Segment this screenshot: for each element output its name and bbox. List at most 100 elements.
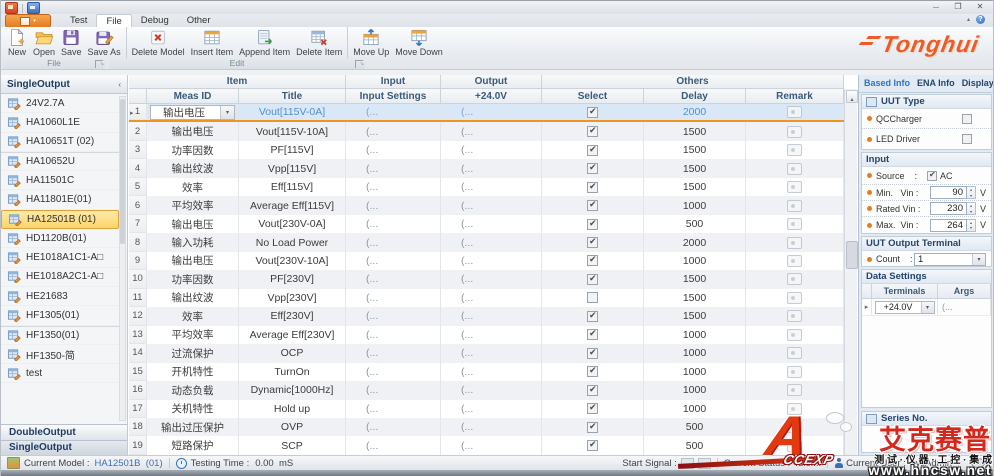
dropdown-icon[interactable] [921, 302, 934, 313]
title-cell[interactable]: Vpp[230V] [239, 289, 346, 307]
sidebar-model-item[interactable]: 24V2.7A [1, 94, 119, 113]
meas-id-cell[interactable]: 动态负载 [147, 381, 239, 399]
input-settings-cell[interactable]: (... [346, 381, 441, 399]
meas-id-cell[interactable]: 平均效率 [147, 326, 239, 344]
delay-cell[interactable]: 500 [644, 436, 746, 454]
sidebar-scrollbar[interactable] [119, 96, 126, 421]
input-settings-cell[interactable]: (... [346, 326, 441, 344]
tab-based-info[interactable]: Based Info [864, 78, 910, 92]
delay-cell[interactable]: 1500 [644, 289, 746, 307]
delay-cell[interactable]: 1000 [644, 344, 746, 362]
input-settings-cell[interactable]: (... [346, 104, 441, 120]
delay-cell[interactable]: 1500 [644, 141, 746, 159]
remark-icon[interactable] [787, 144, 802, 156]
remark-cell[interactable] [746, 159, 844, 177]
remark-icon[interactable] [787, 421, 802, 433]
scrollbar-thumb[interactable] [846, 241, 858, 269]
meas-id-cell[interactable]: 效率 [147, 307, 239, 325]
header-title[interactable]: Title [239, 89, 346, 104]
meas-id-cell[interactable]: 输出纹波 [147, 289, 239, 307]
table-row[interactable]: 1 输出电压 Vout[115V-0A] (... (... 2000 [129, 104, 844, 122]
select-cell[interactable] [542, 270, 644, 288]
spinner[interactable] [967, 186, 976, 199]
remark-icon[interactable] [787, 106, 802, 118]
delay-cell[interactable]: 1500 [644, 122, 746, 140]
remark-icon[interactable] [787, 273, 802, 285]
remark-cell[interactable] [746, 178, 844, 196]
remark-icon[interactable] [787, 200, 802, 212]
scrollbar-thumb[interactable] [120, 99, 125, 244]
output-cell[interactable]: (... [441, 418, 542, 436]
select-cell[interactable] [542, 381, 644, 399]
tab-display-settings[interactable]: Display Settings [962, 78, 994, 92]
sidebar-model-item[interactable]: HE1018A1C1-A□ [1, 248, 119, 267]
select-checkbox[interactable] [587, 200, 598, 211]
meas-id-cell[interactable]: 输出电压 [147, 252, 239, 270]
table-row[interactable]: 18 输出过压保护 OVP (... (... 500 [129, 418, 844, 436]
title-cell[interactable]: Vout[115V-10A] [239, 122, 346, 140]
data-settings-row[interactable]: ▸ +24.0V (... [862, 299, 991, 316]
meas-id-cell[interactable]: 输出电压 [147, 122, 239, 140]
title-cell[interactable]: Vout[115V-0A] [239, 104, 346, 120]
select-checkbox[interactable] [587, 163, 598, 174]
select-checkbox[interactable] [587, 385, 598, 396]
rated-vin-input[interactable]: 230 [930, 202, 967, 215]
select-checkbox[interactable] [587, 237, 598, 248]
select-cell[interactable] [542, 418, 644, 436]
delay-cell[interactable]: 1500 [644, 307, 746, 325]
select-checkbox[interactable] [587, 440, 598, 451]
current-user-value[interactable]: sysAdmin [911, 458, 952, 469]
table-row[interactable]: 6 平均效率 Average Eff[115V] (... (... 1000 [129, 196, 844, 214]
title-cell[interactable]: No Load Power [239, 233, 346, 251]
remark-icon[interactable] [787, 255, 802, 267]
ac-checkbox[interactable] [927, 171, 937, 181]
output-cell[interactable]: (... [441, 159, 542, 177]
sidebar-model-item[interactable]: HD1120B(01) [1, 229, 119, 248]
output-cell[interactable]: (... [441, 436, 542, 454]
header-remark[interactable]: Remark [746, 89, 844, 104]
select-cell[interactable] [542, 104, 644, 120]
title-cell[interactable]: Dynamic[1000Hz] [239, 381, 346, 399]
table-scrollbar[interactable] [844, 89, 857, 455]
led-driver-checkbox[interactable] [962, 134, 972, 144]
table-row[interactable]: 12 效率 Eff[230V] (... (... 1500 [129, 307, 844, 325]
table-row[interactable]: 13 平均效率 Average Eff[230V] (... (... 1000 [129, 326, 844, 344]
sidebar-header[interactable]: SingleOutput ‹ [1, 75, 127, 94]
remark-cell[interactable] [746, 307, 844, 325]
input-settings-cell[interactable]: (... [346, 363, 441, 381]
select-cell[interactable] [542, 436, 644, 454]
new-button[interactable]: New [4, 27, 30, 58]
input-settings-cell[interactable]: (... [346, 233, 441, 251]
group-single-output[interactable]: SingleOutput [1, 440, 127, 456]
input-settings-cell[interactable]: (... [346, 418, 441, 436]
scroll-up-icon[interactable] [846, 90, 858, 103]
output-cell[interactable]: (... [441, 270, 542, 288]
remark-icon[interactable] [787, 126, 802, 138]
move-down-button[interactable]: Move Down [392, 27, 446, 58]
output-cell[interactable]: (... [441, 141, 542, 159]
sidebar-model-item[interactable]: HA12501B (01) [1, 210, 119, 229]
output-cell[interactable]: (... [441, 381, 542, 399]
meas-id-cell[interactable]: 输出电压 [147, 215, 239, 233]
group-double-output[interactable]: DoubleOutput [1, 424, 127, 440]
input-settings-cell[interactable]: (... [346, 141, 441, 159]
args-cell[interactable]: (... [938, 299, 991, 316]
select-cell[interactable] [542, 178, 644, 196]
remark-cell[interactable] [746, 418, 844, 436]
meas-id-cell[interactable]: 短路保护 [147, 436, 239, 454]
remark-cell[interactable] [746, 381, 844, 399]
table-row[interactable]: 7 输出电压 Vout[230V-0A] (... (... 500 [129, 215, 844, 233]
meas-id-cell[interactable]: 功率因数 [147, 270, 239, 288]
title-cell[interactable]: Vpp[115V] [239, 159, 346, 177]
table-row[interactable]: 16 动态负载 Dynamic[1000Hz] (... (... 1000 [129, 381, 844, 399]
select-cell[interactable] [542, 344, 644, 362]
terminal-dropdown[interactable]: +24.0V [875, 301, 935, 314]
remark-icon[interactable] [787, 310, 802, 322]
title-cell[interactable]: Vout[230V-10A] [239, 252, 346, 270]
header-meas-id[interactable]: Meas ID [147, 89, 239, 104]
select-cell[interactable] [542, 326, 644, 344]
select-checkbox[interactable] [587, 126, 598, 137]
input-settings-cell[interactable]: (... [346, 252, 441, 270]
title-cell[interactable]: OCP [239, 344, 346, 362]
remark-icon[interactable] [787, 237, 802, 249]
